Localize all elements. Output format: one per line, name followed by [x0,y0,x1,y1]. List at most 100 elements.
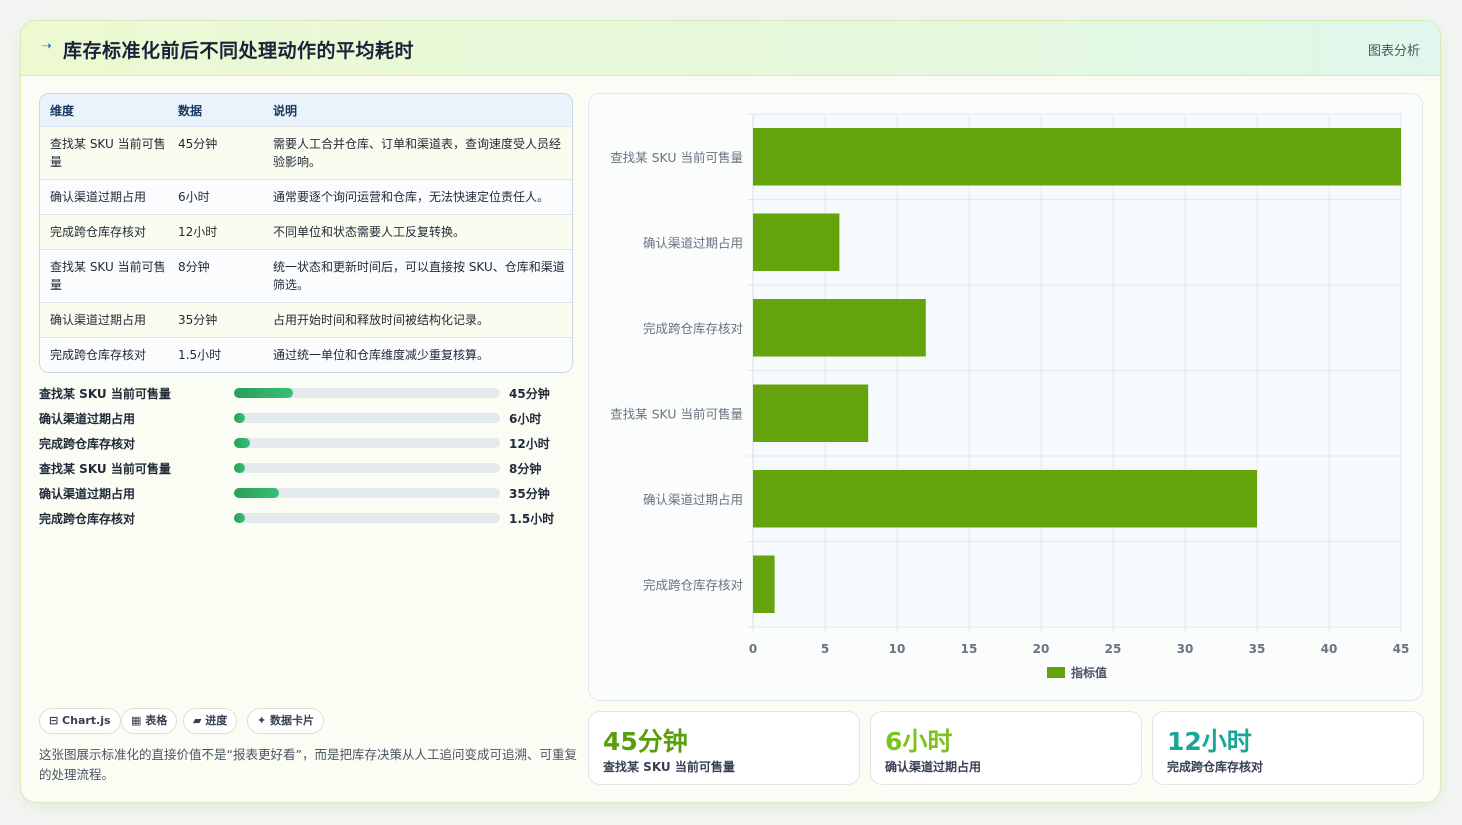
progress-track [234,413,500,423]
category-label: 确认渠道过期占用 [643,235,743,250]
bar [753,128,1401,186]
progress-value: 45分钟 [509,387,550,401]
progress-fill [234,388,293,398]
progress-value: 35分钟 [509,487,550,501]
table-header: 维度 数据 说明 [40,94,572,126]
x-tick-label: 25 [1105,642,1122,656]
progress-label: 完成跨仓库存核对 [39,437,136,451]
chart-analysis-link[interactable]: 图表分析 [1368,40,1420,59]
stat-card: 45分钟 查找某 SKU 当前可售量 [588,711,860,785]
x-tick-label: 0 [749,642,757,656]
row-dimension: 确认渠道过期占用 [50,313,147,327]
x-tick-label: 5 [821,642,829,656]
table-row: 完成跨仓库存核对 12小时 不同单位和状态需要人工反复转换。 [40,214,572,249]
column-header-value: 数据 [178,104,203,118]
row-value: 45分钟 [178,137,218,151]
progress-fill [234,513,245,523]
progress-track [234,463,500,473]
row-dimension: 查找某 SKU 当前可售量 [50,137,166,169]
progress-label: 查找某 SKU 当前可售量 [39,462,171,476]
progress-track [234,388,500,398]
category-label: 查找某 SKU 当前可售量 [610,406,743,421]
category-label: 完成跨仓库存核对 [643,321,743,336]
bar-chart: 0 5 10 15 20 25 30 35 40 45查找某 SKU 当前可售量确认渠道过期占用完… [610,113,1410,680]
stat-value: 45分钟 [603,727,688,756]
bar [753,555,775,613]
table-row: 确认渠道过期占用 35分钟 占用开始时间和释放时间被结构化记录。 [40,302,572,337]
progress-fill [234,463,245,473]
progress-label: 完成跨仓库存核对 [39,512,136,526]
x-tick-label: 30 [1177,642,1194,656]
progress-row: 查找某 SKU 当前可售量 8分钟 [39,458,579,476]
row-description: 需要人工合并仓库、订单和渠道表，查询速度受人员经验影响。 [273,137,562,169]
bar [753,384,869,442]
table-row: 确认渠道过期占用 6小时 通常要逐个询问运营和仓库，无法快速定位责任人。 [40,179,572,214]
column-header-description: 说明 [273,104,298,118]
bar [753,299,926,357]
chip-progress[interactable]: ▰ 进度 [183,708,238,734]
progress-fill [234,413,245,423]
chip-table[interactable]: ▦ 表格 [121,708,178,734]
legend-label: 指标值 [1071,665,1107,680]
progress-value: 6小时 [509,412,542,426]
chip-chartjs[interactable]: ⊟ Chart.js [39,708,121,734]
row-value: 6小时 [178,190,210,204]
row-description: 通过统一单位和仓库维度减少重复核算。 [273,348,490,362]
stat-card: 6小时 确认渠道过期占用 [870,711,1142,785]
row-dimension: 完成跨仓库存核对 [50,348,147,362]
x-tick-label: 10 [889,642,906,656]
bar [753,213,840,271]
progress-row: 完成跨仓库存核对 12小时 [39,433,579,451]
legend-swatch [1047,667,1065,678]
category-label: 确认渠道过期占用 [643,492,743,507]
table-row: 查找某 SKU 当前可售量 8分钟 统一状态和更新时间后，可以直接按 SKU、仓… [40,249,572,302]
progress-value: 1.5小时 [509,512,555,526]
progress-label: 查找某 SKU 当前可售量 [39,387,171,401]
card-header: ➝ 库存标准化前后不同处理动作的平均耗时 图表分析 [21,21,1440,76]
progress-row: 完成跨仓库存核对 1.5小时 [39,508,579,526]
stat-value: 6小时 [885,727,953,756]
x-tick-label: 20 [1033,642,1050,656]
stat-label: 查找某 SKU 当前可售量 [603,760,735,774]
progress-value: 12小时 [509,437,550,451]
analysis-card: ➝ 库存标准化前后不同处理动作的平均耗时 图表分析 维度 数据 说明 查找某 S… [20,20,1441,803]
row-dimension: 确认渠道过期占用 [50,190,147,204]
row-value: 1.5小时 [178,348,222,362]
progress-track [234,513,500,523]
row-value: 12小时 [178,225,218,239]
row-value: 8分钟 [178,260,210,274]
row-description: 不同单位和状态需要人工反复转换。 [273,225,466,239]
category-label: 完成跨仓库存核对 [643,577,743,592]
row-description: 占用开始时间和释放时间被结构化记录。 [273,313,490,327]
row-dimension: 完成跨仓库存核对 [50,225,147,239]
table-row: 完成跨仓库存核对 1.5小时 通过统一单位和仓库维度减少重复核算。 [40,337,572,372]
trend-icon: ➝ [41,39,52,54]
progress-label: 确认渠道过期占用 [39,412,136,426]
progress-row: 确认渠道过期占用 6小时 [39,408,579,426]
x-tick-label: 40 [1321,642,1338,656]
category-label: 查找某 SKU 当前可售量 [610,150,743,165]
x-tick-label: 35 [1249,642,1266,656]
progress-fill [234,488,280,498]
progress-value: 8分钟 [509,462,542,476]
x-tick-label: 15 [961,642,978,656]
progress-track [234,438,500,448]
row-value: 35分钟 [178,313,218,327]
stat-label: 完成跨仓库存核对 [1167,760,1264,774]
summary-note: 这张图展示标准化的直接价值不是“报表更好看”，而是把库存决策从人工追问变成可追溯… [39,747,577,782]
stat-value: 12小时 [1167,727,1252,756]
row-description: 统一状态和更新时间后，可以直接按 SKU、仓库和渠道筛选。 [273,260,565,292]
bar [753,470,1257,528]
chip-data-card[interactable]: ✦ 数据卡片 [247,708,325,734]
x-tick-label: 45 [1393,642,1410,656]
column-header-dimension: 维度 [50,104,75,118]
row-description: 通常要逐个询问运营和仓库，无法快速定位责任人。 [273,190,550,204]
progress-row: 查找某 SKU 当前可售量 45分钟 [39,383,579,401]
data-table: 维度 数据 说明 查找某 SKU 当前可售量 45分钟 需要人工合并仓库、订单和… [39,93,573,373]
progress-track [234,488,500,498]
row-dimension: 查找某 SKU 当前可售量 [50,260,166,292]
progress-fill [234,438,250,448]
progress-label: 确认渠道过期占用 [39,487,136,501]
table-row: 查找某 SKU 当前可售量 45分钟 需要人工合并仓库、订单和渠道表，查询速度受… [40,126,572,179]
stat-card: 12小时 完成跨仓库存核对 [1152,711,1424,785]
